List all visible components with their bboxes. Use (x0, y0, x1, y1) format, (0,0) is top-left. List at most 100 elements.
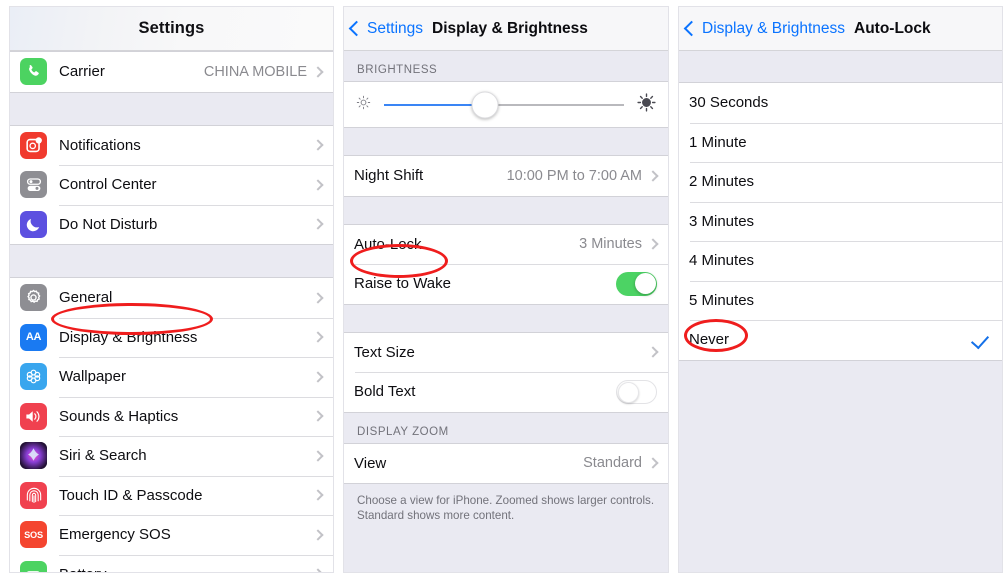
auto-lock-option-row[interactable]: 1 Minute (679, 122, 1002, 162)
sidebar-item-wallpaper[interactable]: Wallpaper (10, 357, 333, 397)
bold-text-toggle[interactable] (616, 379, 657, 404)
bold-text-row[interactable]: Bold Text (344, 372, 668, 412)
brightness-slider-thumb[interactable] (471, 91, 499, 118)
display-list[interactable]: BRIGHTNESS Night Shift 10:00 PM to 7:00 … (344, 51, 668, 572)
auto-lock-option-label: 30 Seconds (689, 94, 769, 112)
chevron-right-icon (647, 346, 659, 358)
auto-lock-section: Auto-Lock 3 Minutes Raise to Wake (344, 223, 668, 305)
raise-to-wake-row[interactable]: Raise to Wake (344, 264, 668, 304)
phone-icon (20, 58, 47, 86)
brightness-slider-row[interactable] (344, 82, 668, 127)
back-button[interactable]: Display & Brightness (679, 20, 845, 38)
speaker-icon (20, 402, 47, 430)
night-shift-label: Night Shift (354, 167, 424, 185)
brightness-high-icon (636, 92, 657, 118)
chevron-right-icon (312, 66, 324, 78)
section-gap (344, 196, 668, 224)
brightness-section (344, 81, 668, 128)
auto-lock-row[interactable]: Auto-Lock 3 Minutes (344, 224, 668, 264)
section-gap (10, 245, 333, 277)
aa-glyph: AA (25, 331, 42, 344)
auto-lock-option-row[interactable]: 30 Seconds (679, 83, 1002, 123)
auto-lock-option-label: 4 Minutes (689, 252, 755, 270)
auto-lock-label: Auto-Lock (354, 235, 422, 253)
chevron-left-icon (348, 20, 365, 37)
page-title: Display & Brightness (432, 19, 588, 37)
night-shift-section: Night Shift 10:00 PM to 7:00 AM (344, 155, 668, 197)
sidebar-item-notifications[interactable]: Notifications (10, 125, 333, 165)
auto-lock-option-row[interactable]: 2 Minutes (679, 162, 1002, 202)
display-brightness-panel: Settings Display & Brightness BRIGHTNESS (343, 6, 669, 573)
sidebar-item-label: Notifications (59, 136, 141, 154)
section-gap (344, 304, 668, 332)
chevron-right-icon (312, 410, 324, 422)
auto-lock-option-row[interactable]: 5 Minutes (679, 280, 1002, 320)
sidebar-item-battery[interactable]: Battery (10, 554, 333, 572)
control-center-icon (20, 171, 47, 199)
sidebar-item-label: General (59, 289, 113, 307)
sidebar-item-emergency-sos[interactable]: SOS Emergency SOS (10, 515, 333, 555)
page-title: Settings (138, 19, 205, 37)
chevron-right-icon (647, 170, 659, 182)
toggle-knob (634, 273, 656, 295)
chevron-right-icon (647, 238, 659, 250)
text-size-row[interactable]: Text Size (344, 332, 668, 372)
sos-glyph: SOS (24, 529, 43, 540)
auto-lock-option-label: 5 Minutes (689, 291, 755, 309)
fingerprint-icon (20, 481, 47, 509)
display-zoom-section-header: DISPLAY ZOOM (344, 412, 668, 443)
brightness-low-icon (355, 94, 372, 116)
sidebar-item-touch-id-passcode[interactable]: Touch ID & Passcode (10, 475, 333, 515)
auto-lock-option-row[interactable]: 3 Minutes (679, 201, 1002, 241)
view-value: Standard (583, 455, 642, 472)
sidebar-item-control-center[interactable]: Control Center (10, 165, 333, 205)
settings-section-general: General AA Display & Brightness Wallpape… (10, 277, 333, 572)
auto-lock-list[interactable]: 30 Seconds 1 Minute 2 Minutes 3 Minutes 4 Mi… (679, 51, 1002, 572)
text-section: Text Size Bold Text (344, 331, 668, 413)
auto-lock-option-label: Never (689, 331, 730, 349)
view-label: View (354, 454, 387, 472)
auto-lock-option-row[interactable]: 4 Minutes (679, 241, 1002, 281)
auto-lock-option-label: 1 Minute (689, 133, 747, 151)
section-gap (344, 128, 668, 155)
view-row[interactable]: View Standard (344, 443, 668, 483)
sidebar-item-carrier[interactable]: Carrier CHINA MOBILE (10, 52, 333, 92)
settings-list[interactable]: Carrier CHINA MOBILE Notifications Contr… (10, 51, 333, 572)
display-zoom-footnote: Choose a view for iPhone. Zoomed shows l… (344, 484, 668, 533)
sidebar-item-general[interactable]: General (10, 278, 333, 318)
sos-icon: SOS (20, 521, 47, 549)
chevron-right-icon (312, 331, 324, 343)
back-button-label: Settings (367, 19, 424, 37)
auto-lock-options-section: 30 Seconds 1 Minute 2 Minutes 3 Minutes 4 Mi… (679, 82, 1002, 361)
brightness-section-header: BRIGHTNESS (344, 51, 668, 81)
notifications-icon (20, 131, 47, 159)
brightness-slider-track[interactable] (384, 91, 624, 118)
chevron-right-icon (312, 489, 324, 501)
sidebar-item-label: Touch ID & Passcode (59, 486, 203, 504)
back-button[interactable]: Settings (344, 20, 423, 38)
sidebar-item-label: Carrier (59, 63, 105, 81)
gear-icon (20, 284, 47, 312)
raise-to-wake-toggle[interactable] (616, 271, 657, 296)
chevron-right-icon (312, 568, 324, 572)
checkmark-icon (970, 330, 990, 350)
chevron-right-icon (312, 139, 324, 151)
sidebar-item-sounds-haptics[interactable]: Sounds & Haptics (10, 396, 333, 436)
chevron-right-icon (312, 529, 324, 541)
night-shift-row[interactable]: Night Shift 10:00 PM to 7:00 AM (344, 156, 668, 196)
wallpaper-icon (20, 363, 47, 391)
raise-to-wake-label: Raise to Wake (354, 275, 451, 293)
moon-icon (20, 210, 47, 238)
sidebar-item-siri-search[interactable]: Siri & Search (10, 436, 333, 476)
section-gap (10, 92, 333, 125)
sidebar-item-display-brightness[interactable]: AA Display & Brightness (10, 317, 333, 357)
sidebar-item-label: Wallpaper (59, 368, 126, 386)
night-shift-value: 10:00 PM to 7:00 AM (506, 167, 642, 184)
chevron-left-icon (683, 20, 700, 37)
sidebar-item-label: Display & Brightness (59, 328, 198, 346)
toggle-knob (617, 382, 639, 404)
chevron-right-icon (312, 292, 324, 304)
auto-lock-option-row[interactable]: Never (679, 320, 1002, 360)
sidebar-item-do-not-disturb[interactable]: Do Not Disturb (10, 204, 333, 244)
auto-lock-navbar: Display & Brightness Auto-Lock (679, 7, 1002, 51)
